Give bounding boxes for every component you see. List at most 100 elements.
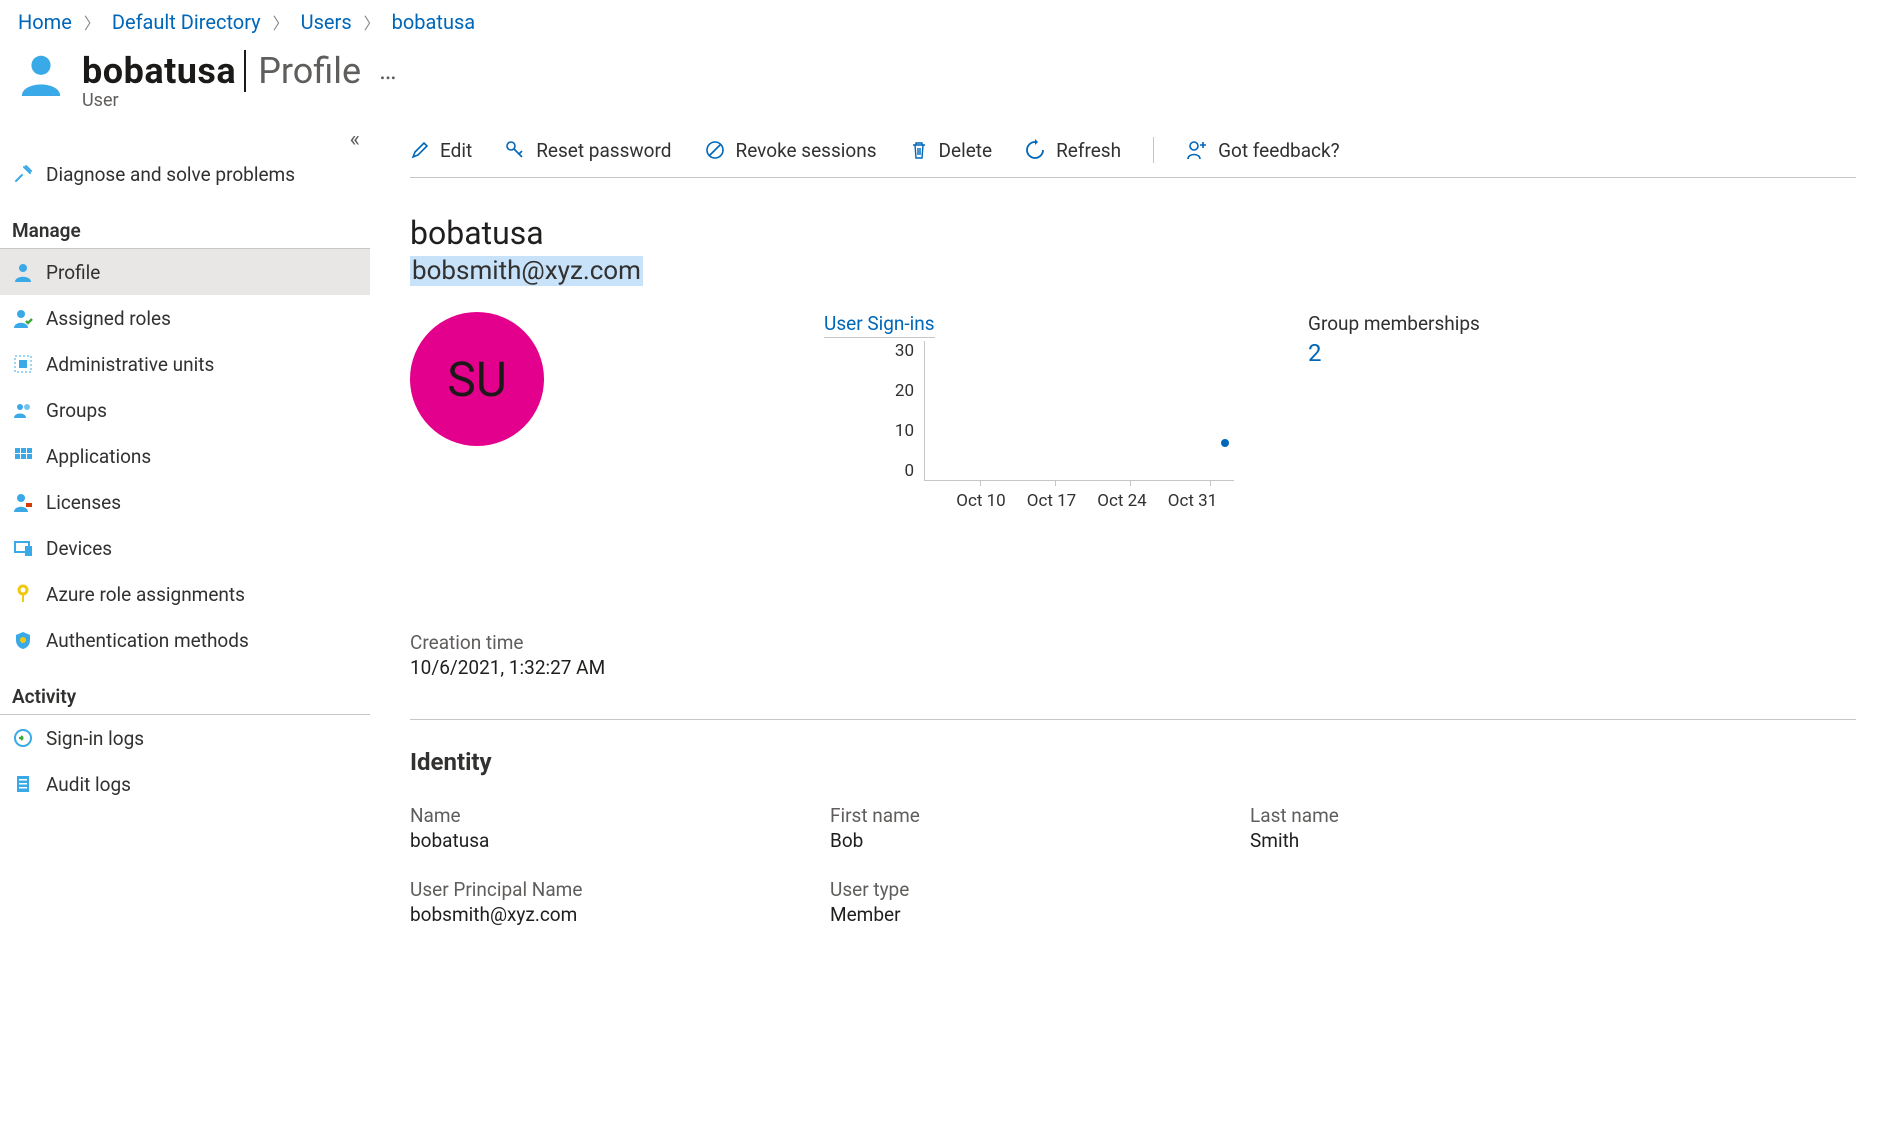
cmd-label: Got feedback? bbox=[1218, 139, 1340, 162]
audit-logs-icon bbox=[12, 773, 34, 795]
key-icon bbox=[504, 139, 526, 161]
delete-button[interactable]: Delete bbox=[909, 139, 993, 162]
sidebar-item-groups[interactable]: Groups bbox=[0, 387, 370, 433]
x-tick: Oct 31 bbox=[1168, 491, 1217, 511]
page-subtitle: User bbox=[82, 90, 396, 111]
data-point bbox=[1221, 439, 1229, 447]
user-icon bbox=[18, 50, 64, 96]
refresh-button[interactable]: Refresh bbox=[1024, 139, 1121, 162]
key-icon bbox=[12, 583, 34, 605]
page-title-section: Profile bbox=[244, 50, 361, 92]
identity-user-type: User type Member bbox=[830, 878, 1250, 926]
revoke-sessions-button[interactable]: Revoke sessions bbox=[704, 139, 877, 162]
person-check-icon bbox=[12, 307, 34, 329]
x-tick: Oct 10 bbox=[956, 491, 1005, 511]
plot-area bbox=[924, 341, 1234, 481]
identity-grid: Name bobatusa First name Bob Last name S… bbox=[410, 804, 1856, 926]
trash-icon bbox=[909, 140, 929, 160]
breadcrumb-current: bobatusa bbox=[392, 10, 476, 34]
sidebar-item-licenses[interactable]: Licenses bbox=[0, 479, 370, 525]
chevron-right-icon: 〉 bbox=[84, 10, 100, 34]
signin-icon bbox=[12, 727, 34, 749]
identity-header: Identity bbox=[410, 748, 1856, 776]
sidebar-item-applications[interactable]: Applications bbox=[0, 433, 370, 479]
sidebar-item-assigned-roles[interactable]: Assigned roles bbox=[0, 295, 370, 341]
sidebar-item-label: Profile bbox=[46, 261, 100, 284]
identity-last-name: Last name Smith bbox=[1250, 804, 1670, 852]
license-icon bbox=[12, 491, 34, 513]
breadcrumb-home[interactable]: Home bbox=[18, 10, 72, 34]
field-label: First name bbox=[830, 804, 1250, 827]
identity-upn: User Principal Name bobsmith@xyz.com bbox=[410, 878, 830, 926]
sidebar-item-label: Azure role assignments bbox=[46, 583, 245, 606]
page-title-region: bobatusa Profile … User bbox=[0, 40, 1886, 123]
sidebar-item-label: Diagnose and solve problems bbox=[46, 163, 295, 186]
reset-password-button[interactable]: Reset password bbox=[504, 139, 671, 162]
breadcrumb-users[interactable]: Users bbox=[301, 10, 352, 34]
cmd-label: Edit bbox=[440, 139, 472, 162]
cmd-label: Refresh bbox=[1056, 139, 1121, 162]
creation-value: 10/6/2021, 1:32:27 AM bbox=[410, 656, 1856, 679]
sidebar-item-label: Devices bbox=[46, 537, 112, 560]
field-label: User Principal Name bbox=[410, 878, 830, 901]
sidebar-item-audit-logs[interactable]: Audit logs bbox=[0, 761, 370, 807]
x-axis: Oct 10 Oct 17 Oct 24 Oct 31 bbox=[924, 491, 1234, 511]
memberships-label: Group memberships bbox=[1308, 312, 1480, 335]
shield-icon bbox=[12, 629, 34, 651]
sidebar-item-devices[interactable]: Devices bbox=[0, 525, 370, 571]
y-axis: 30 20 10 0 bbox=[824, 341, 914, 481]
avatar-initials: SU bbox=[447, 351, 507, 408]
signins-link[interactable]: User Sign-ins bbox=[824, 312, 935, 338]
collapse-sidebar-button[interactable]: « bbox=[350, 127, 360, 152]
edit-button[interactable]: Edit bbox=[410, 139, 472, 162]
cmd-label: Delete bbox=[939, 139, 993, 162]
signins-chart: 30 20 10 0 Oct 10 Oct 17 bbox=[824, 341, 1234, 521]
y-tick: 10 bbox=[895, 421, 914, 441]
identity-name: Name bobatusa bbox=[410, 804, 830, 852]
main-content: Edit Reset password Revoke sessions Dele… bbox=[370, 123, 1886, 1123]
chevron-right-icon: 〉 bbox=[364, 10, 380, 34]
display-name: bobatusa bbox=[410, 214, 1856, 252]
field-value: Smith bbox=[1250, 829, 1670, 852]
sidebar-item-profile[interactable]: Profile bbox=[0, 249, 370, 295]
wrench-icon bbox=[12, 163, 34, 185]
sidebar-item-auth-methods[interactable]: Authentication methods bbox=[0, 617, 370, 663]
field-label: User type bbox=[830, 878, 1250, 901]
edit-icon bbox=[410, 140, 430, 160]
creation-time: Creation time 10/6/2021, 1:32:27 AM bbox=[410, 631, 1856, 679]
sidebar-item-diagnose[interactable]: Diagnose and solve problems bbox=[0, 151, 370, 197]
sidebar-header-activity: Activity bbox=[0, 663, 370, 715]
sidebar-item-signin-logs[interactable]: Sign-in logs bbox=[0, 715, 370, 761]
person-icon bbox=[12, 261, 34, 283]
breadcrumb-directory[interactable]: Default Directory bbox=[112, 10, 261, 34]
title-more-button[interactable]: … bbox=[379, 56, 396, 86]
apps-grid-icon bbox=[12, 445, 34, 467]
creation-label: Creation time bbox=[410, 631, 1856, 654]
sidebar: « Diagnose and solve problems Manage Pro… bbox=[0, 123, 370, 1123]
sidebar-item-admin-units[interactable]: Administrative units bbox=[0, 341, 370, 387]
field-value: bobsmith@xyz.com bbox=[410, 903, 830, 926]
cmd-label: Revoke sessions bbox=[736, 139, 877, 162]
field-label: Last name bbox=[1250, 804, 1670, 827]
sidebar-item-label: Licenses bbox=[46, 491, 121, 514]
groups-icon bbox=[12, 399, 34, 421]
y-tick: 20 bbox=[895, 381, 914, 401]
page-title-name: bobatusa bbox=[82, 50, 236, 92]
sidebar-item-label: Administrative units bbox=[46, 353, 214, 376]
y-tick: 0 bbox=[904, 461, 914, 481]
x-tick: Oct 17 bbox=[1027, 491, 1076, 511]
devices-icon bbox=[12, 537, 34, 559]
sidebar-item-azure-role[interactable]: Azure role assignments bbox=[0, 571, 370, 617]
sidebar-header-manage: Manage bbox=[0, 197, 370, 249]
x-tick: Oct 24 bbox=[1097, 491, 1146, 511]
cmd-label: Reset password bbox=[536, 139, 671, 162]
feedback-button[interactable]: Got feedback? bbox=[1186, 139, 1340, 162]
group-memberships: Group memberships 2 bbox=[1308, 312, 1480, 367]
command-bar: Edit Reset password Revoke sessions Dele… bbox=[410, 123, 1856, 178]
chevron-right-icon: 〉 bbox=[273, 10, 289, 34]
memberships-value[interactable]: 2 bbox=[1308, 339, 1322, 367]
field-value: Bob bbox=[830, 829, 1250, 852]
sidebar-item-label: Applications bbox=[46, 445, 151, 468]
breadcrumb: Home 〉 Default Directory 〉 Users 〉 bobat… bbox=[0, 0, 1886, 40]
avatar: SU bbox=[410, 312, 544, 446]
